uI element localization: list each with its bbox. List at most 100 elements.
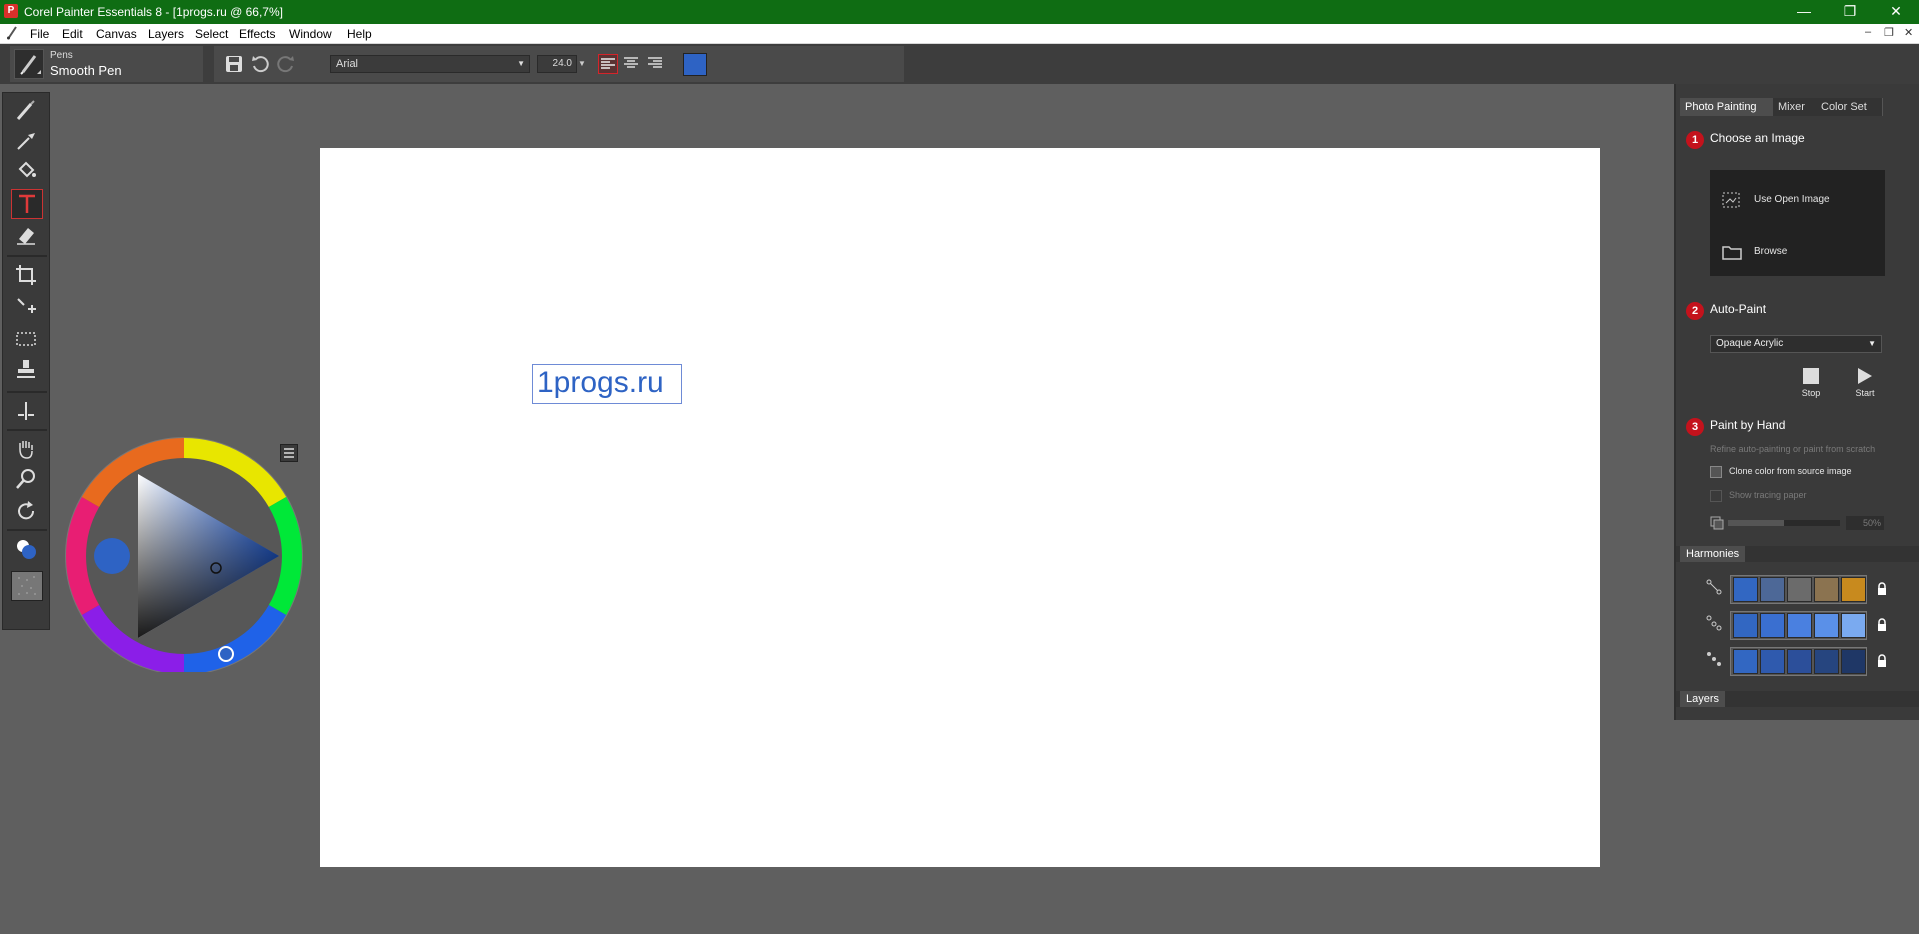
chevron-down-icon: ▼	[1868, 339, 1876, 348]
align-right-button[interactable]	[646, 54, 666, 74]
lock-icon[interactable]	[1876, 618, 1888, 637]
color-wheel[interactable]	[64, 432, 304, 675]
auto-paint-style-select[interactable]: Opaque Acrylic ▼	[1710, 335, 1882, 353]
menu-layers[interactable]: Layers	[148, 27, 184, 41]
align-left-button[interactable]	[598, 54, 618, 74]
play-icon	[1858, 368, 1872, 384]
tab-harmonies[interactable]: Harmonies	[1680, 546, 1746, 562]
menu-help[interactable]: Help	[347, 27, 372, 41]
menu-select[interactable]: Select	[195, 27, 228, 41]
harmony-swatch[interactable]	[1841, 577, 1866, 602]
harmony-swatch[interactable]	[1841, 613, 1866, 638]
close-button[interactable]: ✕	[1873, 0, 1919, 24]
layers-header: Layers	[1676, 691, 1919, 707]
main-color-swatch[interactable]	[11, 535, 41, 563]
restore-button[interactable]: ❐	[1827, 0, 1873, 24]
harmony-swatch[interactable]	[1760, 613, 1785, 638]
harmony-swatch[interactable]	[1733, 649, 1758, 674]
brush-variant: Smooth Pen	[50, 63, 122, 78]
doc-minimize-button[interactable]: –	[1865, 26, 1871, 38]
stop-label: Stop	[1801, 388, 1821, 398]
brush-category: Pens	[50, 50, 73, 61]
stop-button[interactable]: Stop	[1796, 368, 1826, 404]
harmony-swatch[interactable]	[1787, 577, 1812, 602]
harmony-swatch[interactable]	[1787, 613, 1812, 638]
tracing-opacity-slider[interactable]	[1728, 520, 1840, 526]
brush-tool[interactable]	[11, 97, 41, 125]
text-color-swatch[interactable]	[683, 53, 707, 76]
photo-painting-panel: Photo Painting Mixer Color Set 1 Choose …	[1674, 84, 1919, 720]
harmony-swatch[interactable]	[1814, 613, 1839, 638]
menu-canvas[interactable]: Canvas	[96, 27, 137, 41]
redo-icon[interactable]	[276, 54, 296, 74]
harmony-swatch[interactable]	[1814, 577, 1839, 602]
brush-selector[interactable]: Pens Smooth Pen	[10, 46, 203, 82]
font-name: Arial	[336, 58, 359, 70]
rotate-page-tool[interactable]	[11, 497, 41, 525]
crop-tool[interactable]	[11, 261, 41, 289]
color-wheel-menu-icon[interactable]	[280, 444, 298, 462]
step-title: Auto-Paint	[1710, 302, 1767, 316]
menu-effects[interactable]: Effects	[239, 27, 275, 41]
harmonies-header: Harmonies	[1676, 546, 1919, 562]
font-select[interactable]: Arial ▼	[330, 55, 530, 73]
text-tool-options: Arial ▼ 24.0 ▼	[214, 46, 904, 82]
document-canvas[interactable]: 1progs.ru	[320, 148, 1600, 867]
harmony-swatch[interactable]	[1814, 649, 1839, 674]
tracing-opacity-fill	[1728, 520, 1784, 526]
harmony-swatch[interactable]	[1760, 577, 1785, 602]
font-size-input[interactable]: 24.0	[537, 55, 577, 73]
undo-icon[interactable]	[250, 54, 270, 74]
tracing-opacity-icon	[1710, 516, 1724, 535]
harmony-swatch[interactable]	[1733, 613, 1758, 638]
font-size-dropdown-icon[interactable]: ▼	[578, 55, 590, 73]
harmony-strip	[1730, 647, 1867, 676]
harmony-analogous-icon[interactable]	[1706, 615, 1722, 636]
lock-icon[interactable]	[1876, 582, 1888, 601]
tab-color-set[interactable]: Color Set	[1816, 98, 1883, 116]
mirror-tool[interactable]	[11, 397, 41, 425]
browse-button[interactable]: Browse	[1710, 232, 1885, 272]
rectangle-select-tool[interactable]	[11, 325, 41, 353]
harmony-complementary-icon[interactable]	[1706, 579, 1722, 600]
paint-bucket-tool[interactable]	[11, 157, 41, 185]
doc-restore-button[interactable]: ❐	[1884, 26, 1894, 39]
magnifier-tool[interactable]	[11, 465, 41, 493]
menu-file[interactable]: File	[30, 27, 49, 41]
use-open-image-button[interactable]: Use Open Image	[1710, 180, 1885, 220]
clone-stamp-tool[interactable]	[11, 355, 41, 383]
eraser-tool[interactable]	[11, 221, 41, 249]
title-bar: P Corel Painter Essentials 8 - [1progs.r…	[0, 0, 1919, 24]
menu-window[interactable]: Window	[289, 27, 332, 41]
harmony-monochrome-icon[interactable]	[1706, 651, 1722, 672]
tab-layers[interactable]: Layers	[1680, 691, 1726, 707]
app-logo-icon: P	[4, 4, 18, 18]
minimize-button[interactable]: —	[1781, 0, 1827, 24]
lock-icon[interactable]	[1876, 654, 1888, 673]
grabber-hand-tool[interactable]	[11, 435, 41, 463]
start-button[interactable]: Start	[1850, 368, 1880, 404]
menu-edit[interactable]: Edit	[62, 27, 83, 41]
transform-tool[interactable]	[11, 293, 41, 321]
property-bar: Pens Smooth Pen Arial ▼ 24.0 ▼	[0, 44, 1919, 84]
align-center-button[interactable]	[622, 54, 642, 74]
paint-by-hand-description: Refine auto-painting or paint from scrat…	[1710, 444, 1876, 454]
tracing-opacity-value[interactable]: 50%	[1846, 516, 1884, 530]
toolbox-divider	[7, 255, 47, 257]
tab-photo-painting[interactable]: Photo Painting	[1680, 98, 1783, 116]
doc-close-button[interactable]: ✕	[1904, 26, 1913, 39]
text-tool[interactable]	[11, 189, 43, 219]
harmony-swatch[interactable]	[1733, 577, 1758, 602]
harmony-swatch[interactable]	[1760, 649, 1785, 674]
canvas-text[interactable]: 1progs.ru	[532, 364, 682, 404]
harmony-swatch[interactable]	[1787, 649, 1812, 674]
image-source-box: Use Open Image Browse	[1710, 170, 1885, 276]
dropper-tool[interactable]	[11, 127, 41, 155]
paper-texture-swatch[interactable]	[11, 571, 43, 601]
clone-color-checkbox[interactable]	[1710, 466, 1722, 478]
start-label: Start	[1855, 388, 1875, 398]
clone-color-label: Clone color from source image	[1729, 466, 1852, 476]
harmony-swatch[interactable]	[1841, 649, 1866, 674]
save-icon[interactable]	[224, 54, 244, 74]
show-tracing-checkbox[interactable]	[1710, 490, 1722, 502]
